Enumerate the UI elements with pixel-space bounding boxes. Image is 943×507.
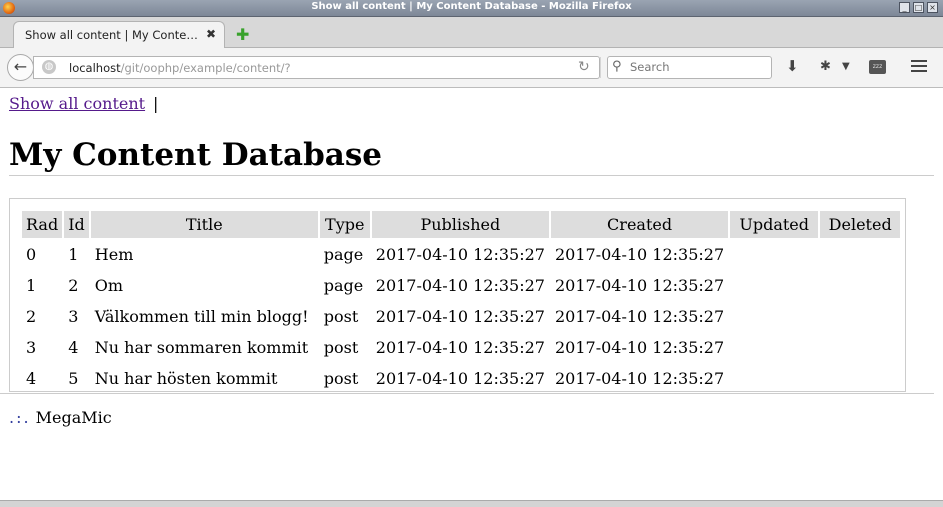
page-footer: .:. MegaMic — [9, 408, 112, 427]
cell-updated — [730, 333, 818, 362]
cell-rad: 4 — [26, 369, 37, 388]
table-row: 1 2 Om page 2017-04-10 12:35:27 2017-04-… — [22, 271, 900, 300]
cell-id: 3 — [68, 307, 79, 326]
url-text: localhost/git/oophp/example/content/? — [69, 61, 291, 75]
cell-type: page — [323, 245, 364, 264]
heading-divider — [9, 175, 934, 176]
col-header-type: Type — [319, 211, 370, 238]
cell-created: 2017-04-10 12:35:27 — [554, 369, 725, 388]
cell-id: 5 — [68, 369, 79, 388]
url-divider — [600, 57, 601, 78]
cell-title: Nu har hösten kommit — [94, 369, 278, 388]
footer-dots: .:. — [9, 408, 31, 427]
globe-icon: ◍ — [42, 60, 56, 74]
back-button[interactable]: ← — [7, 54, 34, 81]
cell-created: 2017-04-10 12:35:27 — [554, 338, 725, 357]
cell-rad: 1 — [26, 276, 37, 295]
cell-type: post — [323, 338, 359, 357]
col-header-rad: Rad — [22, 211, 63, 238]
footer-text: MegaMic — [35, 408, 112, 427]
table-row: 3 4 Nu har sommaren kommit post 2017-04-… — [22, 333, 900, 362]
cell-rad: 2 — [26, 307, 37, 326]
col-header-published: Published — [371, 211, 549, 238]
cell-id: 4 — [68, 338, 79, 357]
content-table: Rad Id Title Type Published Created Upda… — [20, 209, 902, 395]
cell-published: 2017-04-10 12:35:27 — [375, 307, 545, 326]
new-tab-button[interactable]: ✚ — [236, 25, 249, 44]
table-header-row: Rad Id Title Type Published Created Upda… — [22, 211, 901, 238]
tab-label: Show all content | My Conte… — [25, 28, 198, 42]
url-host: localhost — [69, 61, 121, 75]
page-title: My Content Database — [9, 137, 383, 173]
window-titlebar: Show all content | My Content Database -… — [0, 0, 943, 17]
cell-updated — [730, 364, 818, 393]
cell-updated — [730, 302, 818, 331]
cell-created: 2017-04-10 12:35:27 — [554, 307, 725, 326]
tab-strip: Show all content | My Conte… ✖ ✚ — [0, 17, 943, 48]
cell-id: 1 — [68, 245, 79, 264]
cell-type: post — [323, 307, 359, 326]
window-title: Show all content | My Content Database -… — [311, 1, 632, 12]
table-row: 0 1 Hem page 2017-04-10 12:35:27 2017-04… — [22, 240, 900, 269]
sleep-icon[interactable]: zzz — [869, 60, 886, 74]
col-header-updated: Updated — [730, 211, 819, 238]
page-content: Show all content | My Content Database R… — [0, 88, 943, 500]
cell-published: 2017-04-10 12:35:27 — [375, 245, 545, 264]
cell-rad: 3 — [26, 338, 37, 357]
cell-type: page — [323, 276, 364, 295]
cell-title: Om — [94, 276, 124, 295]
reload-icon[interactable]: ↻ — [578, 59, 590, 75]
minimize-button[interactable]: _ — [899, 2, 910, 13]
footer-divider — [0, 393, 934, 394]
search-icon: ⚲ — [612, 59, 622, 74]
cell-id: 2 — [68, 276, 79, 295]
menu-icon[interactable] — [911, 60, 927, 75]
col-header-created: Created — [550, 211, 729, 238]
tab-close-icon[interactable]: ✖ — [206, 27, 216, 41]
cell-deleted — [820, 333, 900, 362]
cell-published: 2017-04-10 12:35:27 — [375, 338, 545, 357]
navigation-toolbar: ← ◍ localhost/git/oophp/example/content/… — [0, 48, 943, 88]
cell-updated — [730, 240, 818, 269]
cell-type: post — [323, 369, 359, 388]
download-icon[interactable]: ⬇ — [786, 57, 799, 75]
tab-show-all-content[interactable]: Show all content | My Conte… ✖ — [13, 21, 225, 48]
cell-deleted — [820, 240, 900, 269]
cell-deleted — [820, 271, 900, 300]
col-header-id: Id — [64, 211, 89, 238]
cell-published: 2017-04-10 12:35:27 — [375, 369, 545, 388]
col-header-deleted: Deleted — [820, 211, 901, 238]
chevron-down-icon[interactable]: ▼ — [842, 61, 850, 72]
url-path: /git/oophp/example/content/? — [120, 61, 291, 75]
table-row: 2 3 Välkommen till min blogg! post 2017-… — [22, 302, 900, 331]
addon-bug-icon[interactable]: ✱ — [820, 59, 831, 74]
nav-separator: | — [153, 94, 159, 113]
maximize-button[interactable]: □ — [913, 2, 924, 13]
cell-title: Hem — [94, 245, 134, 264]
close-window-button[interactable]: × — [927, 2, 938, 13]
content-table-container: Rad Id Title Type Published Created Upda… — [9, 198, 906, 392]
search-input[interactable] — [630, 60, 765, 74]
cell-title: Nu har sommaren kommit — [94, 338, 309, 357]
status-bar — [0, 500, 943, 507]
url-bar[interactable]: ◍ localhost/git/oophp/example/content/? … — [33, 56, 601, 79]
cell-deleted — [820, 364, 900, 393]
cell-published: 2017-04-10 12:35:27 — [375, 276, 545, 295]
show-all-content-link[interactable]: Show all content — [9, 94, 145, 113]
cell-deleted — [820, 302, 900, 331]
table-row: 4 5 Nu har hösten kommit post 2017-04-10… — [22, 364, 900, 393]
cell-rad: 0 — [26, 245, 37, 264]
search-bar[interactable]: ⚲ — [607, 56, 772, 79]
cell-created: 2017-04-10 12:35:27 — [554, 276, 725, 295]
col-header-title: Title — [90, 211, 318, 238]
cell-created: 2017-04-10 12:35:27 — [554, 245, 725, 264]
cell-title: Välkommen till min blogg! — [94, 307, 309, 326]
cell-updated — [730, 271, 818, 300]
